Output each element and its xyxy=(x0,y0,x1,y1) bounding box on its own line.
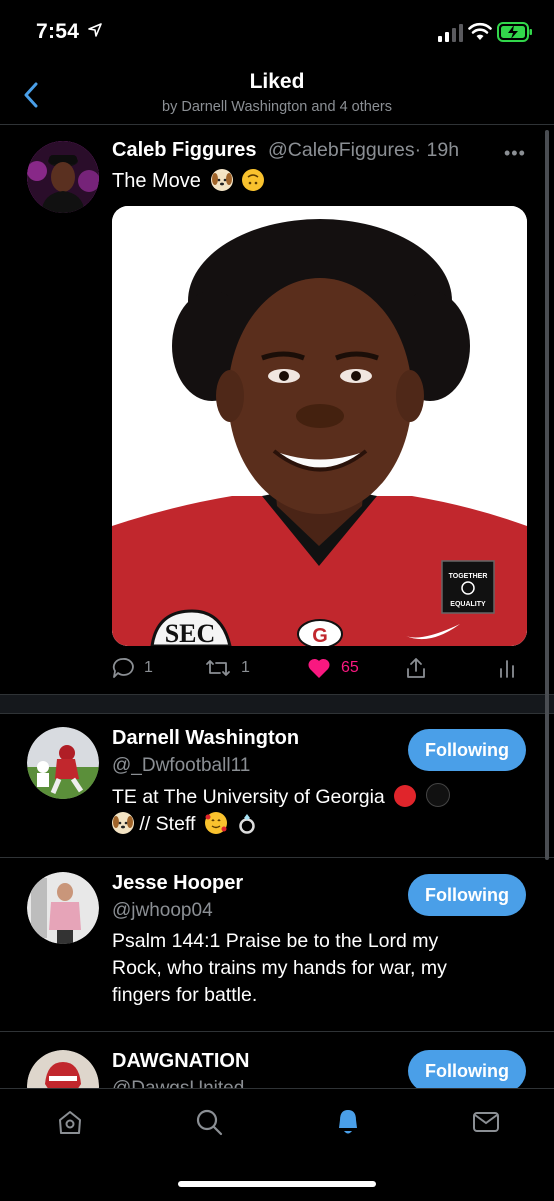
user-handle: @DawgsUnited xyxy=(112,1078,244,1088)
avatar-photo xyxy=(27,872,99,944)
page-subtitle: by Darnell Washington and 4 others xyxy=(162,99,392,115)
tweet-text: The Move xyxy=(112,169,265,193)
user-cell[interactable]: Darnell Washington @_Dwfootball11 TE at … xyxy=(0,713,554,858)
wifi-icon xyxy=(468,22,492,40)
avatar-photo xyxy=(27,727,99,799)
reply-icon xyxy=(112,658,134,678)
dog-face-emoji-icon xyxy=(112,812,134,834)
upside-down-face-emoji-icon xyxy=(242,169,265,191)
tweet[interactable]: Caleb Figgures @CalebFiggures· 19h ••• T… xyxy=(0,125,554,693)
user-avatar[interactable] xyxy=(27,1050,99,1088)
tweet-handle-text: @CalebFiggures xyxy=(268,139,415,161)
user-avatar[interactable] xyxy=(27,872,99,944)
sec-logo-text: SEC xyxy=(165,619,216,646)
following-button[interactable]: Following xyxy=(408,1050,526,1088)
user-handle: @_Dwfootball11 xyxy=(112,755,251,776)
heart-filled-icon xyxy=(308,658,330,678)
messages-icon[interactable] xyxy=(471,1107,501,1137)
user-bio-text-2: // Steff xyxy=(139,813,196,835)
reply-count: 1 xyxy=(144,659,153,676)
cellular-signal-icon xyxy=(438,24,463,42)
like-count: 65 xyxy=(341,659,359,676)
search-icon[interactable] xyxy=(194,1107,224,1137)
retweet-icon xyxy=(206,660,230,676)
user-name[interactable]: Darnell Washington xyxy=(112,727,299,750)
home-indicator xyxy=(178,1181,376,1187)
red-circle-emoji-icon xyxy=(394,785,417,807)
home-icon[interactable] xyxy=(55,1107,85,1137)
tweet-timestamp: · 19h xyxy=(414,139,460,161)
avatar-photo xyxy=(27,1050,99,1088)
share-button[interactable] xyxy=(405,655,427,681)
tweet-actions: 1 1 65 xyxy=(0,655,554,685)
retweet-count: 1 xyxy=(241,659,250,676)
ring-emoji-icon xyxy=(236,812,258,834)
jersey-patch-text-1: TOGETHER xyxy=(449,573,488,580)
location-arrow-icon xyxy=(88,23,102,37)
status-time: 7:54 xyxy=(36,20,80,43)
smiling-face-with-hearts-emoji-icon xyxy=(204,812,227,834)
dog-face-emoji-icon xyxy=(210,169,233,191)
nav-header: Liked by Darnell Washington and 4 others xyxy=(0,64,554,125)
user-name[interactable]: DAWGNATION xyxy=(112,1050,249,1073)
tweet-author-avatar[interactable] xyxy=(27,141,99,213)
user-cell[interactable]: Jesse Hooper @jwhoop04 Psalm 144:1 Prais… xyxy=(0,858,554,1032)
scroll-indicator[interactable] xyxy=(545,130,549,860)
status-bar: 7:54 xyxy=(0,0,554,64)
user-bio: TE at The University of Georgia // Steff xyxy=(112,783,492,838)
following-button[interactable]: Following xyxy=(408,729,526,771)
user-name[interactable]: Jesse Hooper xyxy=(112,872,243,895)
tweet-text-content: The Move xyxy=(112,170,201,192)
user-handle: @jwhoop04 xyxy=(112,900,213,921)
avatar-photo xyxy=(27,141,99,213)
black-circle-emoji-icon xyxy=(425,783,450,807)
section-separator xyxy=(0,694,554,714)
retweet-button[interactable]: 1 xyxy=(205,655,250,681)
more-options-icon[interactable]: ••• xyxy=(504,143,526,164)
analytics-icon xyxy=(500,660,514,678)
user-bio: Psalm 144:1 Praise be to the Lord my Roc… xyxy=(112,930,447,1006)
battery-charging-icon xyxy=(497,22,532,42)
tweet-author-name[interactable]: Caleb Figgures xyxy=(112,139,256,162)
notifications-icon[interactable] xyxy=(333,1107,363,1137)
like-button[interactable]: 65 xyxy=(307,655,359,681)
tweet-media-image[interactable]: TOGETHER EQUALITY SEC G xyxy=(112,206,527,646)
svg-text:G: G xyxy=(312,625,328,646)
tweet-author-handle: @CalebFiggures· 19h xyxy=(268,139,459,162)
jersey-patch-text-2: EQUALITY xyxy=(450,601,486,608)
share-icon xyxy=(407,658,425,678)
player-portrait: TOGETHER EQUALITY SEC G xyxy=(112,206,527,646)
user-cell[interactable]: DAWGNATION @DawgsUnited Following xyxy=(0,1032,554,1088)
analytics-button[interactable] xyxy=(498,655,516,681)
following-button[interactable]: Following xyxy=(408,874,526,916)
user-avatar[interactable] xyxy=(27,727,99,799)
page-title: Liked xyxy=(249,70,305,93)
reply-button[interactable]: 1 xyxy=(112,655,153,681)
user-bio-text: TE at The University of Georgia xyxy=(112,786,385,808)
